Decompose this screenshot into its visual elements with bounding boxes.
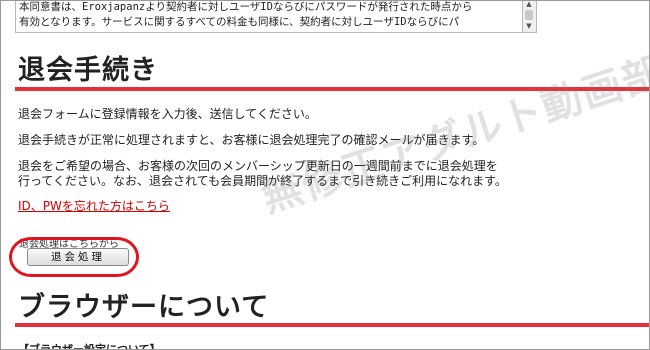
terms-textarea[interactable]: 本同意書は、Eroxjapanzより契約者に対しユーザIDならびにパスワードが発… (15, 1, 523, 33)
browser-section-title: ブラウザーについて (18, 292, 270, 323)
scroll-down-arrow-icon[interactable]: ▼ (525, 22, 533, 30)
withdraw-instruction-2: 退会手続きが正常に処理されますと、お客様に退会処理完了の確認メールが届きます。 (18, 133, 485, 147)
withdraw-button[interactable]: 退会処理 (27, 248, 129, 266)
withdraw-instruction-3a: 退会をご希望の場合、お客様の次回のメンバーシップ更新日の一週間前までに退会処理を (18, 159, 498, 173)
withdraw-instruction-1: 退会フォームに登録情報を入力後、送信してください。 (18, 107, 317, 121)
browser-settings-subheading: 【ブラウザー設定について】 (18, 343, 161, 350)
terms-scrollbar[interactable]: ▲ ▼ (523, 1, 537, 33)
terms-line-1: 本同意書は、Eroxjapanzより契約者に対しユーザIDならびにパスワードが発… (19, 1, 473, 13)
scroll-up-arrow-icon[interactable]: ▲ (525, 1, 533, 8)
withdraw-instruction-3b: 行ってください。なお、退会されても会員期間が終了するまで引き続きご利用になれます… (18, 174, 507, 188)
page-frame: 本同意書は、Eroxjapanzより契約者に対しユーザIDならびにパスワードが発… (0, 0, 650, 350)
watermark: 無修正アダルト動画部！ (256, 35, 650, 223)
scroll-thumb[interactable] (525, 10, 533, 20)
forgot-id-password-link[interactable]: ID、PWを忘れた方はこちら (18, 197, 170, 214)
withdraw-section-title: 退会手続き (18, 55, 158, 86)
section-divider (15, 323, 649, 327)
terms-line-2: 有効となります。サービスに関するすべての料金も同様に、契約者に対しユーザIDなら… (19, 16, 460, 28)
section-divider (15, 87, 649, 91)
